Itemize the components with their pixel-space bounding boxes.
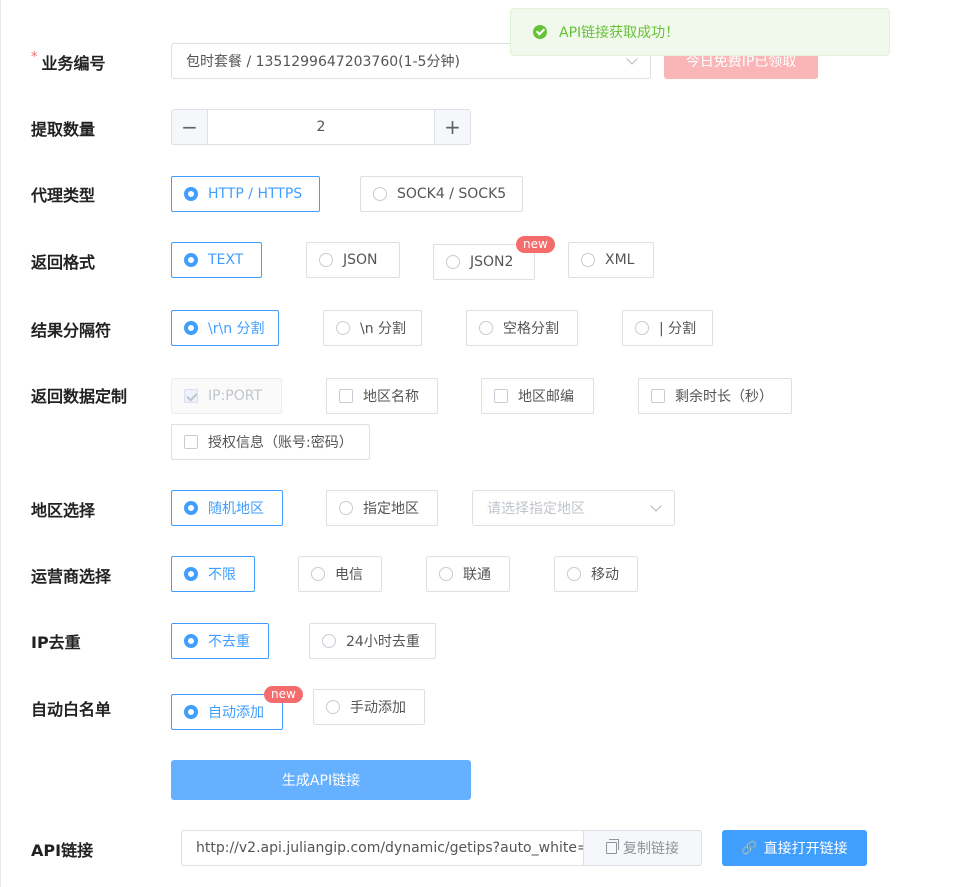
dedup-option-none[interactable]: 不去重 bbox=[171, 623, 269, 659]
success-toast: API链接获取成功！ bbox=[510, 8, 890, 56]
copy-icon bbox=[606, 839, 619, 854]
radio-icon bbox=[581, 253, 595, 267]
radio-icon bbox=[339, 501, 353, 515]
field-option-region-zip[interactable]: 地区邮编 bbox=[481, 378, 594, 414]
radio-icon bbox=[635, 321, 649, 335]
chevron-down-icon bbox=[650, 500, 662, 512]
business-label: * 业务编号 bbox=[31, 50, 106, 73]
generate-api-button[interactable]: 生成API链接 bbox=[171, 760, 471, 800]
radio-checked-icon bbox=[184, 705, 198, 719]
radio-checked-icon bbox=[184, 634, 198, 648]
format-option-xml[interactable]: XML bbox=[568, 242, 654, 278]
radio-icon bbox=[446, 255, 460, 269]
radio-icon bbox=[479, 321, 493, 335]
radio-icon bbox=[319, 253, 333, 267]
carrier-option-telecom[interactable]: 电信 bbox=[298, 556, 382, 592]
new-badge: new bbox=[264, 686, 303, 703]
radio-checked-icon bbox=[184, 321, 198, 335]
radio-icon bbox=[322, 634, 336, 648]
radio-checked-icon bbox=[184, 501, 198, 515]
dedup-label: IP去重 bbox=[31, 633, 81, 652]
checkbox-checked-icon bbox=[184, 389, 198, 403]
region-select[interactable]: 请选择指定地区 bbox=[472, 490, 675, 526]
radio-checked-icon bbox=[184, 187, 198, 201]
format-option-json[interactable]: JSON bbox=[306, 242, 400, 278]
quantity-stepper: − 2 + bbox=[171, 109, 471, 145]
proxy-option-sock[interactable]: SOCK4 / SOCK5 bbox=[360, 176, 523, 212]
radio-checked-icon bbox=[184, 567, 198, 581]
separator-option-lf[interactable]: \n 分割 bbox=[323, 310, 422, 346]
whitelist-label: 自动白名单 bbox=[31, 700, 112, 719]
checkbox-icon bbox=[494, 389, 508, 403]
custom-fields-label: 返回数据定制 bbox=[31, 387, 128, 406]
carrier-label: 运营商选择 bbox=[31, 567, 112, 586]
link-icon: 🔗 bbox=[741, 840, 758, 856]
carrier-option-mobile[interactable]: 移动 bbox=[554, 556, 638, 592]
left-border bbox=[0, 0, 1, 887]
toast-message: API链接获取成功！ bbox=[559, 25, 680, 41]
radio-icon bbox=[373, 187, 387, 201]
separator-option-crlf[interactable]: \r\n 分割 bbox=[171, 310, 279, 346]
new-badge: new bbox=[516, 236, 555, 253]
region-option-specified[interactable]: 指定地区 bbox=[326, 490, 438, 526]
radio-icon bbox=[439, 567, 453, 581]
separator-option-pipe[interactable]: | 分割 bbox=[622, 310, 713, 346]
checkbox-icon bbox=[184, 435, 198, 449]
radio-icon bbox=[311, 567, 325, 581]
quantity-input[interactable]: 2 bbox=[208, 110, 434, 144]
field-option-region-name[interactable]: 地区名称 bbox=[326, 378, 438, 414]
copy-link-button[interactable]: 复制链接 bbox=[583, 830, 702, 866]
radio-icon bbox=[567, 567, 581, 581]
separator-option-space[interactable]: 空格分割 bbox=[466, 310, 578, 346]
open-link-button[interactable]: 🔗 直接打开链接 bbox=[722, 830, 867, 866]
carrier-option-unicom[interactable]: 联通 bbox=[426, 556, 510, 592]
format-label: 返回格式 bbox=[31, 253, 96, 272]
radio-icon bbox=[326, 700, 340, 714]
field-option-auth-info[interactable]: 授权信息（账号:密码） bbox=[171, 424, 370, 460]
increment-button[interactable]: + bbox=[434, 110, 470, 144]
required-mark: * bbox=[31, 50, 38, 65]
api-link-input[interactable]: http://v2.api.juliangip.com/dynamic/geti… bbox=[181, 830, 584, 866]
region-select-placeholder: 请选择指定地区 bbox=[487, 501, 585, 517]
region-label: 地区选择 bbox=[31, 501, 96, 520]
quantity-label: 提取数量 bbox=[31, 120, 96, 139]
whitelist-option-manual[interactable]: 手动添加 bbox=[313, 689, 425, 725]
proxy-option-http[interactable]: HTTP / HTTPS bbox=[171, 176, 320, 212]
checkbox-icon bbox=[339, 389, 353, 403]
carrier-option-any[interactable]: 不限 bbox=[171, 556, 255, 592]
business-select-value: 包时套餐 / 1351299647203760(1-5分钟) bbox=[186, 54, 460, 70]
radio-icon bbox=[336, 321, 350, 335]
check-circle-icon bbox=[533, 25, 547, 39]
radio-checked-icon bbox=[184, 253, 198, 267]
proxy-type-label: 代理类型 bbox=[31, 186, 96, 205]
region-option-random[interactable]: 随机地区 bbox=[171, 490, 283, 526]
dedup-option-24h[interactable]: 24小时去重 bbox=[309, 623, 436, 659]
field-option-ipport: IP:PORT bbox=[171, 378, 282, 414]
api-link-label: API链接 bbox=[31, 841, 94, 860]
separator-label: 结果分隔符 bbox=[31, 321, 112, 340]
checkbox-icon bbox=[651, 389, 665, 403]
decrement-button[interactable]: − bbox=[172, 110, 208, 144]
format-option-text[interactable]: TEXT bbox=[171, 242, 262, 278]
field-option-remaining-time[interactable]: 剩余时长（秒） bbox=[638, 378, 792, 414]
